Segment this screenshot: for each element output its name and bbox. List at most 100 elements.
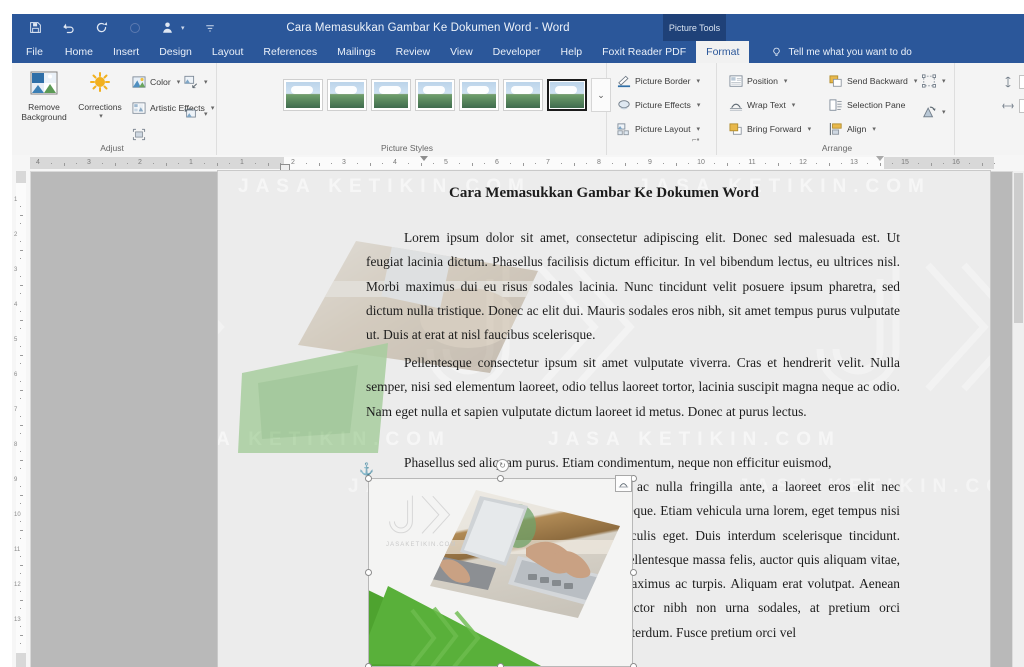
- resize-handle-top-center[interactable]: [497, 475, 504, 482]
- tab-insert[interactable]: Insert: [103, 41, 149, 63]
- ruler-tick-mark: [305, 163, 307, 164]
- corrections-caret-icon[interactable]: ▾: [99, 113, 103, 121]
- shape-height-field[interactable]: [1001, 75, 1024, 89]
- ruler-tick-mark: [178, 163, 180, 164]
- resize-handle-top-left[interactable]: [365, 475, 372, 482]
- resize-handle-bottom-center[interactable]: [497, 663, 504, 667]
- tab-references[interactable]: References: [253, 41, 327, 63]
- tab-foxit-reader-pdf[interactable]: Foxit Reader PDF: [592, 41, 696, 63]
- tab-layout[interactable]: Layout: [202, 41, 254, 63]
- reset-picture-button[interactable]: ▾: [184, 107, 208, 121]
- tab-mailings[interactable]: Mailings: [327, 41, 386, 63]
- picture-style-thumb[interactable]: [503, 79, 543, 111]
- tab-file[interactable]: File: [12, 41, 55, 63]
- picture-layout-caret-icon[interactable]: ▾: [697, 125, 701, 133]
- ruler-tick-mark: [662, 163, 664, 164]
- bring-forward-button[interactable]: Bring Forward ▾: [729, 122, 811, 136]
- group-button[interactable]: ▾: [922, 74, 946, 88]
- ruler-tick-label: 4: [393, 159, 397, 166]
- paragraph-4-wrapped[interactable]: ac nulla fringilla ante, a laoreet eros …: [621, 475, 900, 645]
- compress-pictures-icon: [184, 75, 198, 89]
- tab-design[interactable]: Design: [149, 41, 202, 63]
- ruler-tick-mark: [841, 163, 843, 164]
- vertical-ruler-tick-mark: [20, 520, 21, 522]
- selection-pane-button[interactable]: Selection Pane: [829, 98, 905, 112]
- remove-background-button[interactable]: Remove Background: [18, 71, 70, 122]
- resize-handle-middle-right[interactable]: [630, 569, 637, 576]
- resize-handle-middle-left[interactable]: [365, 569, 372, 576]
- picture-border-button[interactable]: Picture Border ▾: [617, 74, 700, 88]
- send-backward-caret-icon[interactable]: ▾: [914, 77, 918, 85]
- vertical-ruler-tick-label: 10: [14, 512, 21, 518]
- picture-style-thumb[interactable]: [283, 79, 323, 111]
- ruler-tick-mark: [560, 163, 562, 164]
- picture-style-thumb[interactable]: [327, 79, 367, 111]
- picture-effects-label: Picture Effects: [635, 100, 691, 110]
- tab-format[interactable]: Format: [696, 41, 750, 63]
- position-icon: [729, 74, 743, 88]
- send-backward-button[interactable]: Send Backward ▾: [829, 74, 917, 88]
- compress-pictures-caret-icon[interactable]: ▾: [204, 78, 208, 86]
- transparency-button[interactable]: [132, 127, 146, 141]
- paragraph-3[interactable]: Phasellus sed aliquam purus. Etiam condi…: [366, 451, 900, 475]
- picture-styles-dialog-launcher[interactable]: ⌐▪: [692, 135, 700, 144]
- ruler-tick-mark: [739, 163, 741, 164]
- document-page[interactable]: JASA KETIKIN.COM JASA KETIKIN.COM JASA K…: [218, 171, 990, 667]
- paragraph-2[interactable]: Pellentesque consectetur ipsum sit amet …: [366, 351, 900, 424]
- picture-style-thumb[interactable]: [459, 79, 499, 111]
- color-caret-icon[interactable]: ▾: [177, 78, 181, 86]
- position-caret-icon[interactable]: ▾: [784, 77, 788, 85]
- resize-handle-bottom-left[interactable]: [365, 663, 372, 667]
- tab-help[interactable]: Help: [551, 41, 593, 63]
- tell-me-search[interactable]: Tell me what you want to do: [763, 41, 919, 63]
- vertical-ruler[interactable]: 1 2 3 4 5 6 7 8 9 10 11 12 13: [12, 171, 31, 667]
- picture-layout-button[interactable]: Picture Layout ▾: [617, 122, 700, 136]
- rotate-handle[interactable]: ↻: [496, 459, 509, 472]
- tab-view[interactable]: View: [440, 41, 483, 63]
- ruler-tick-mark: [407, 163, 409, 164]
- resize-handle-bottom-right[interactable]: [630, 663, 637, 667]
- rotate-button[interactable]: ▾: [922, 105, 946, 119]
- selection-pane-label: Selection Pane: [847, 100, 906, 110]
- paragraph-1[interactable]: Lorem ipsum dolor sit amet, consectetur …: [366, 226, 900, 347]
- picture-styles-gallery[interactable]: ⌄: [283, 78, 611, 112]
- picture-border-caret-icon[interactable]: ▾: [697, 77, 701, 85]
- corrections-button[interactable]: Corrections ▾: [74, 71, 126, 121]
- horizontal-ruler[interactable]: 4 3 2 1 1 2 3 4 5 6 7 8 9 10 11 12 13 15 16: [12, 155, 1024, 172]
- group-caret-icon[interactable]: ▾: [942, 77, 946, 85]
- right-indent-marker[interactable]: [876, 156, 884, 161]
- wrap-text-button[interactable]: Wrap Text ▾: [729, 98, 795, 112]
- picture-style-thumb[interactable]: [371, 79, 411, 111]
- vertical-ruler-tick-mark: [20, 363, 21, 365]
- reset-picture-caret-icon[interactable]: ▾: [204, 110, 208, 118]
- align-button[interactable]: Align ▾: [829, 122, 876, 136]
- align-icon: [829, 122, 843, 136]
- tab-developer[interactable]: Developer: [483, 41, 551, 63]
- artistic-effects-caret-icon[interactable]: ▾: [211, 104, 215, 112]
- layout-options-button[interactable]: [615, 475, 632, 492]
- ruler-tick-mark: [943, 163, 945, 164]
- tab-home[interactable]: Home: [55, 41, 103, 63]
- picture-effects-caret-icon[interactable]: ▾: [697, 101, 701, 109]
- align-caret-icon[interactable]: ▾: [872, 125, 876, 133]
- vertical-ruler-tick-mark: [20, 625, 21, 627]
- picture-effects-button[interactable]: Picture Effects ▾: [617, 98, 700, 112]
- picture-style-thumb[interactable]: [415, 79, 455, 111]
- rotate-caret-icon[interactable]: ▾: [942, 108, 946, 116]
- contextual-tab-group-label: Picture Tools: [663, 14, 726, 41]
- picture-style-thumb-selected[interactable]: [547, 79, 587, 111]
- ruler-tick-label: 2: [291, 159, 295, 166]
- wrap-text-caret-icon[interactable]: ▾: [792, 101, 796, 109]
- shape-width-field[interactable]: [1001, 99, 1024, 113]
- tab-review[interactable]: Review: [386, 41, 440, 63]
- bring-forward-caret-icon[interactable]: ▾: [808, 125, 812, 133]
- vertical-scrollbar[interactable]: [1012, 171, 1024, 667]
- scrollbar-thumb[interactable]: [1014, 173, 1023, 323]
- vertical-ruler-tick-mark: [20, 284, 23, 286]
- vertical-ruler-tick-mark: [20, 328, 21, 330]
- picture-effects-icon: [617, 98, 631, 112]
- compress-pictures-button[interactable]: ▾: [184, 75, 208, 89]
- position-button[interactable]: Position ▾: [729, 74, 787, 88]
- first-line-indent-marker[interactable]: [420, 156, 428, 161]
- color-button[interactable]: Color ▾: [132, 75, 180, 89]
